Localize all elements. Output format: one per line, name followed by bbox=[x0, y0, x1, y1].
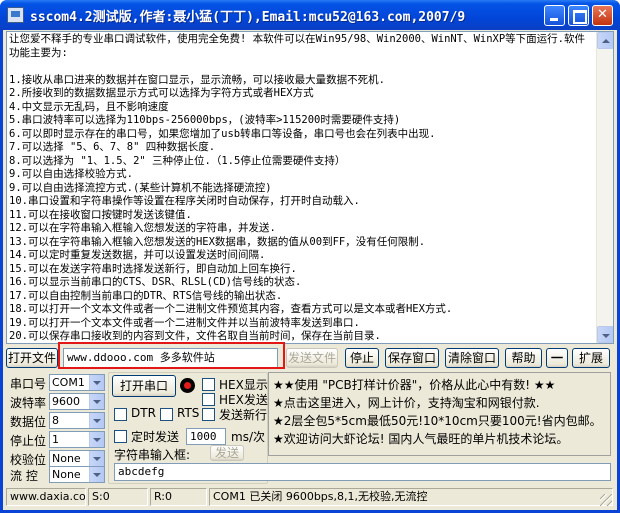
ad-line-1[interactable]: ★★使用 "PCB打样计价器"，价格从此心中有数! ★★ bbox=[273, 376, 555, 393]
app-icon[interactable] bbox=[7, 7, 24, 23]
status-port-state: COM1 已关闭 9600bps,8,1,无校验,无流控 bbox=[209, 488, 613, 506]
ad-line-2[interactable]: ★点击这里进入，网上计价，支持淘宝和网银付款. bbox=[273, 394, 540, 411]
chevron-down-icon[interactable] bbox=[89, 413, 104, 428]
ad-line-3[interactable]: ★2层全包5*5cm最低50元!10*10cm只要100元!省内包邮。 bbox=[273, 412, 602, 429]
hex-send-checkbox[interactable] bbox=[202, 393, 215, 406]
scroll-down-icon[interactable] bbox=[597, 326, 613, 343]
databits-label: 数据位 bbox=[10, 415, 47, 429]
dtr-checkbox[interactable] bbox=[114, 408, 127, 421]
status-received: R:0 bbox=[150, 488, 207, 506]
chevron-down-icon[interactable] bbox=[89, 375, 104, 390]
vertical-scrollbar[interactable] bbox=[596, 32, 613, 343]
port-select[interactable]: COM1 bbox=[49, 374, 105, 391]
receive-text: 让您爱不释手的专业串口调试软件，使用完全免费! 本软件可以在Win95/98、W… bbox=[9, 33, 586, 342]
expand-button[interactable]: 扩展 bbox=[572, 348, 610, 368]
stop-button[interactable]: 停止 bbox=[345, 348, 379, 368]
send-newline-checkbox[interactable] bbox=[202, 408, 215, 421]
send-newline-label: 发送新行 bbox=[219, 408, 268, 422]
open-file-button[interactable]: 打开文件 bbox=[6, 348, 58, 368]
flow-label: 流 控 bbox=[10, 469, 38, 483]
save-window-button[interactable]: 保存窗口 bbox=[385, 348, 439, 368]
rts-checkbox[interactable] bbox=[160, 408, 173, 421]
open-port-button[interactable]: 打开串口 bbox=[112, 375, 176, 397]
scroll-up-icon[interactable] bbox=[597, 32, 613, 49]
resize-grip-icon[interactable] bbox=[600, 494, 612, 506]
parity-value: None bbox=[52, 452, 81, 465]
receive-window[interactable]: 让您爱不释手的专业串口调试软件，使用完全免费! 本软件可以在Win95/98、W… bbox=[6, 31, 614, 344]
flow-select[interactable]: None bbox=[49, 466, 105, 483]
title-bar[interactable]: sscom4.2测试版,作者:聂小猛(丁丁),Email:mcu52@163.c… bbox=[0, 0, 620, 30]
databits-select[interactable]: 8 bbox=[49, 412, 105, 429]
timed-send-label: 定时发送 bbox=[131, 430, 180, 444]
timed-send-checkbox[interactable] bbox=[114, 430, 127, 443]
chevron-down-icon[interactable] bbox=[89, 432, 104, 447]
port-status-led-icon bbox=[180, 378, 195, 393]
port-value: COM1 bbox=[52, 376, 85, 389]
maximize-button[interactable] bbox=[568, 5, 589, 26]
chevron-down-icon[interactable] bbox=[89, 467, 104, 482]
window-title: sscom4.2测试版,作者:聂小猛(丁丁),Email:mcu52@163.c… bbox=[30, 10, 466, 25]
send-button[interactable]: 发送 bbox=[210, 445, 244, 461]
close-button[interactable]: ✕ bbox=[592, 5, 613, 26]
hex-display-checkbox[interactable] bbox=[202, 378, 215, 391]
ad-panel[interactable]: ★★使用 "PCB打样计价器"，价格从此心中有数! ★★ ★点击这里进入，网上计… bbox=[268, 372, 611, 456]
stopbits-select[interactable]: 1 bbox=[49, 431, 105, 448]
baud-select[interactable]: 9600 bbox=[49, 393, 105, 410]
interval-input[interactable]: 1000 bbox=[186, 428, 226, 445]
chevron-down-icon[interactable] bbox=[89, 394, 104, 409]
send-text-input[interactable]: abcdefg bbox=[114, 463, 611, 481]
stopbits-value: 1 bbox=[52, 433, 59, 446]
baud-value: 9600 bbox=[52, 395, 80, 408]
highlight-box bbox=[58, 342, 285, 369]
status-bar: www.daxia.com S:0 R:0 COM1 已关闭 9600bps,8… bbox=[0, 486, 614, 508]
ad-line-4[interactable]: ★欢迎访问大虾论坛! 国内人气最旺的单片机技术论坛。 bbox=[273, 430, 568, 447]
chevron-down-icon[interactable] bbox=[89, 451, 104, 466]
parity-label: 校验位 bbox=[10, 453, 47, 467]
clear-window-button[interactable]: 清除窗口 bbox=[445, 348, 499, 368]
collapse-button[interactable]: 一 bbox=[546, 348, 568, 368]
status-sent: S:0 bbox=[88, 488, 148, 506]
flow-value: None bbox=[52, 468, 81, 481]
status-site[interactable]: www.daxia.com bbox=[6, 488, 86, 506]
rts-label: RTS bbox=[177, 406, 200, 420]
port-label: 串口号 bbox=[10, 377, 47, 391]
dtr-label: DTR bbox=[131, 406, 156, 420]
stopbits-label: 停止位 bbox=[10, 434, 47, 448]
send-file-button[interactable]: 发送文件 bbox=[286, 348, 338, 368]
baud-label: 波特率 bbox=[10, 396, 47, 410]
minimize-button[interactable] bbox=[544, 5, 565, 26]
help-button[interactable]: 帮助 bbox=[505, 348, 542, 368]
databits-value: 8 bbox=[52, 414, 59, 427]
parity-select[interactable]: None bbox=[49, 450, 105, 467]
string-input-label: 字符串输入框: bbox=[114, 448, 191, 462]
interval-unit-label: ms/次 bbox=[231, 430, 265, 444]
